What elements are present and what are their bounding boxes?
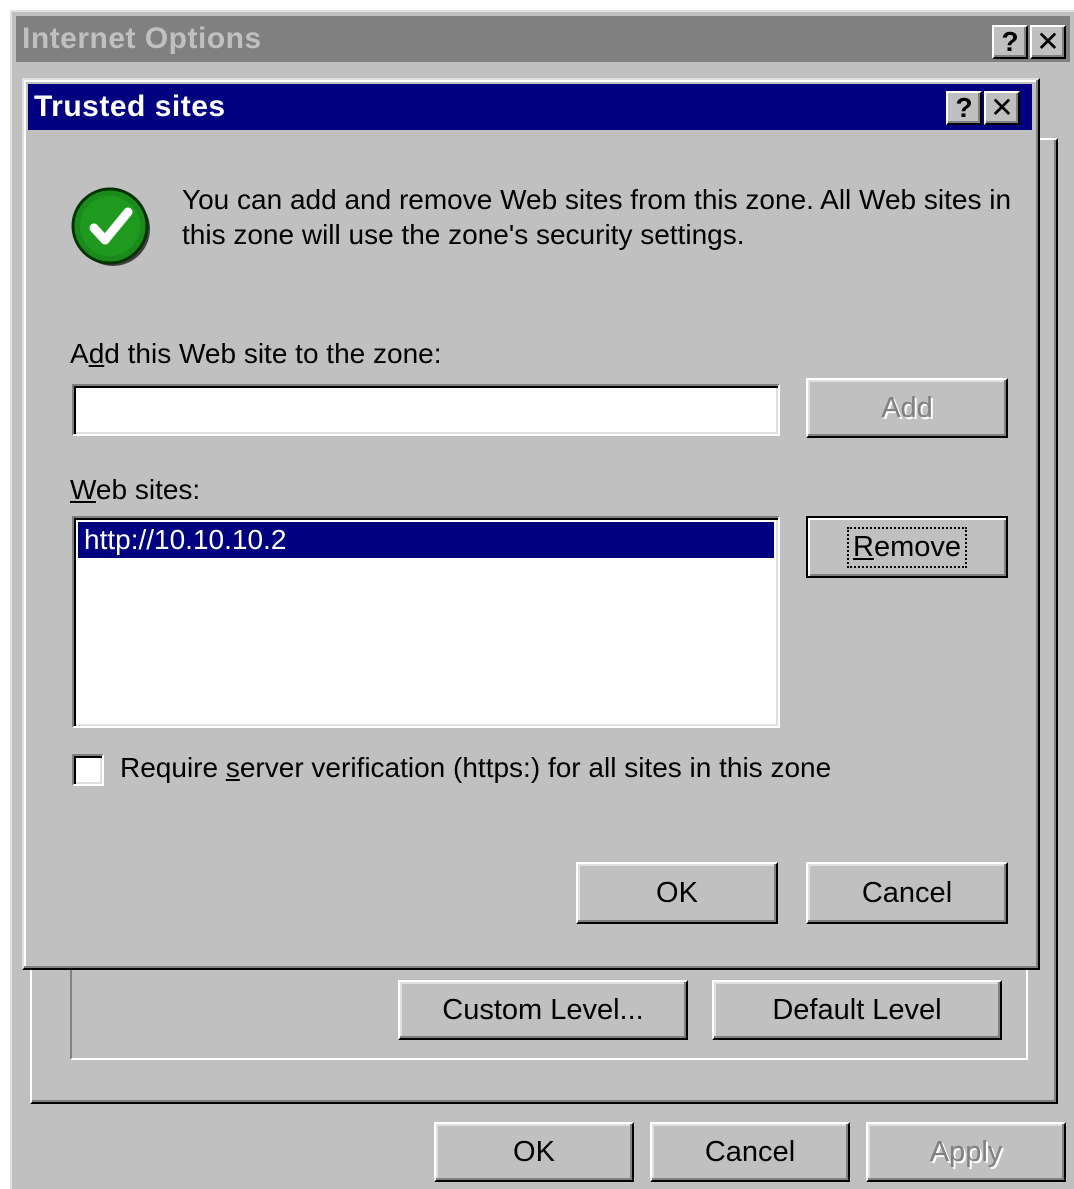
ok-button[interactable]: OK [434, 1122, 634, 1182]
websites-label: Web sites: [70, 474, 201, 505]
custom-level-label: Custom Level... [442, 993, 644, 1026]
dialog-ok-label: OK [656, 876, 698, 909]
remove-button[interactable]: Remove [806, 516, 1008, 578]
default-level-label: Default Level [772, 993, 942, 1026]
dialog-close-button[interactable]: ✕ [984, 91, 1020, 125]
apply-label: Apply [929, 1135, 1003, 1168]
close-icon: ✕ [990, 92, 1014, 123]
help-button[interactable]: ? [992, 25, 1028, 59]
dialog-cancel-button[interactable]: Cancel [806, 862, 1008, 924]
add-site-input[interactable] [72, 384, 780, 436]
ok-label: OK [513, 1135, 555, 1168]
list-item[interactable]: http://10.10.10.2 [78, 522, 774, 558]
cancel-button[interactable]: Cancel [650, 1122, 850, 1182]
trusted-sites-titlebar[interactable]: Trusted sites ? ✕ [28, 84, 1032, 130]
websites-list[interactable]: http://10.10.10.2 [72, 516, 780, 728]
remove-label: Remove [847, 526, 967, 568]
dialog-ok-button[interactable]: OK [576, 862, 778, 924]
default-level-button[interactable]: Default Level [712, 980, 1002, 1040]
internet-options-window: Internet Options ? ✕ Custom Level... Def… [10, 10, 1074, 1189]
cancel-label: Cancel [704, 1135, 796, 1168]
green-checkmark-icon [71, 187, 150, 266]
close-button[interactable]: ✕ [1030, 25, 1066, 59]
add-label: Add [881, 391, 933, 424]
add-button[interactable]: Add [806, 378, 1008, 438]
internet-options-titlebar[interactable]: Internet Options ? ✕ [16, 16, 1070, 62]
trusted-sites-dialog: Trusted sites ? ✕ You can add and remove… [22, 78, 1040, 970]
dialog-title: Trusted sites [34, 90, 226, 123]
dialog-help-button[interactable]: ? [946, 91, 982, 125]
zone-description: You can add and remove Web sites from th… [182, 184, 1012, 250]
add-site-label: Add this Web site to the zone: [70, 338, 442, 369]
window-title: Internet Options [22, 22, 262, 55]
apply-button[interactable]: Apply [866, 1122, 1066, 1182]
require-verification-checkbox[interactable] [72, 754, 104, 786]
dialog-cancel-label: Cancel [861, 876, 953, 909]
require-verification-label[interactable]: Require server verification (https:) for… [120, 752, 831, 784]
help-icon: ? [1001, 26, 1019, 57]
close-icon: ✕ [1036, 26, 1060, 57]
custom-level-button[interactable]: Custom Level... [398, 980, 688, 1040]
help-icon: ? [955, 92, 973, 123]
